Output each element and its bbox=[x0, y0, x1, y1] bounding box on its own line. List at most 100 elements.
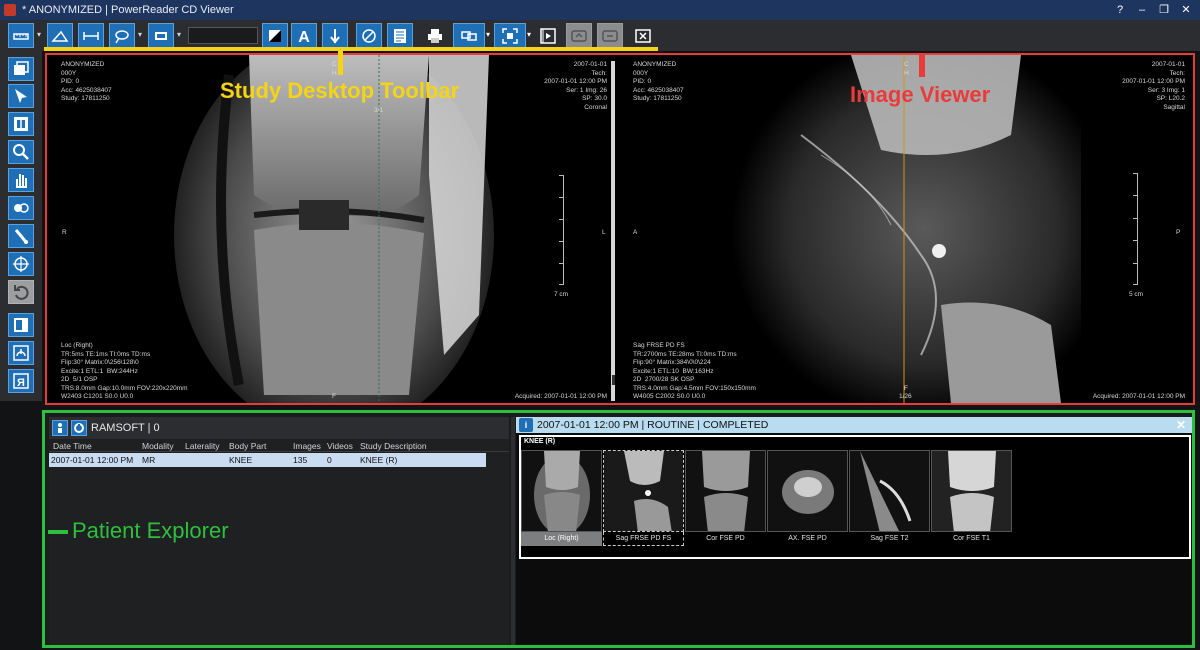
chevron-down-icon[interactable]: ▾ bbox=[486, 30, 494, 39]
cell-videos: 0 bbox=[327, 455, 332, 465]
close-study-icon[interactable] bbox=[630, 23, 656, 48]
series-thumbnail[interactable]: Cor FSE PD bbox=[685, 450, 766, 546]
refresh-icon[interactable] bbox=[71, 420, 87, 436]
column-header[interactable]: Study Description bbox=[360, 441, 427, 451]
thumbnail-label: Sag FSE T2 bbox=[870, 535, 909, 542]
chevron-down-icon[interactable]: ▾ bbox=[37, 30, 45, 39]
export-image-icon[interactable] bbox=[566, 23, 592, 48]
overlay-orientation-left: A bbox=[633, 229, 638, 236]
column-header[interactable]: Videos bbox=[327, 441, 353, 451]
app-icon bbox=[4, 4, 16, 16]
overlay-scale: 5 cm bbox=[1129, 291, 1144, 298]
close-window-button[interactable]: ✕ bbox=[1178, 2, 1194, 18]
key-image-icon[interactable] bbox=[8, 313, 34, 337]
column-header[interactable]: Body Part bbox=[229, 441, 266, 451]
overlay-orientation-right: L bbox=[602, 229, 606, 236]
chevron-down-icon[interactable]: ▾ bbox=[527, 30, 535, 39]
report-icon[interactable] bbox=[387, 23, 413, 48]
thumbnail-label: Sag FRSE PD FS bbox=[603, 532, 684, 546]
flip-icon[interactable]: Я bbox=[8, 369, 34, 393]
viewer-annotation-pointer bbox=[919, 55, 925, 77]
info-icon[interactable]: i bbox=[519, 418, 533, 432]
layout-icon[interactable] bbox=[8, 57, 34, 81]
rotate-icon[interactable] bbox=[8, 341, 34, 365]
viewport-coronal[interactable]: ANONYMIZED 000Y PID: 0 Acc: 4625038407 S… bbox=[49, 55, 615, 403]
scale-ruler bbox=[1132, 173, 1138, 285]
overlay-orientation-top: C H bbox=[904, 61, 909, 77]
series-thumbnail[interactable]: AX. FSE PD bbox=[767, 450, 848, 546]
pan-hand-icon[interactable] bbox=[8, 168, 34, 192]
help-button[interactable]: ? bbox=[1112, 2, 1128, 18]
zoom-icon[interactable] bbox=[8, 140, 34, 164]
overlay-patient-info: ANONYMIZED 000Y PID: 0 Acc: 4625038407 S… bbox=[633, 61, 684, 102]
window-level-preset-select[interactable] bbox=[188, 27, 258, 44]
column-header[interactable]: Date Time bbox=[53, 441, 92, 451]
overlay-scale: 7 cm bbox=[554, 291, 569, 298]
copy-image-icon[interactable] bbox=[597, 23, 623, 48]
overlay-frame: 1/26 bbox=[899, 393, 912, 400]
study-label: KNEE (R) bbox=[524, 438, 556, 445]
angle-tool-icon[interactable] bbox=[47, 23, 73, 48]
text-annotation-icon[interactable]: A bbox=[291, 23, 317, 48]
print-icon[interactable] bbox=[422, 23, 448, 48]
chevron-down-icon[interactable]: ▾ bbox=[177, 30, 185, 39]
toolbar-annotation-bracket bbox=[44, 47, 658, 51]
explorer-annotation-pointer bbox=[48, 530, 68, 534]
toolbar-annotation-pointer bbox=[338, 47, 343, 75]
table-row[interactable]: 2007-01-01 12:00 PM MR KNEE 135 0 KNEE (… bbox=[49, 453, 486, 467]
rectangle-roi-icon[interactable] bbox=[148, 23, 174, 48]
panel-splitter[interactable] bbox=[511, 417, 515, 645]
probe-icon[interactable] bbox=[8, 224, 34, 248]
column-header[interactable]: Modality bbox=[142, 441, 174, 451]
layout-ruler-icon[interactable] bbox=[8, 23, 34, 48]
overlay-orientation-left: R bbox=[62, 229, 67, 236]
arrow-annotation-icon[interactable] bbox=[322, 23, 348, 48]
image-viewer[interactable]: ANONYMIZED 000Y PID: 0 Acc: 4625038407 S… bbox=[45, 53, 1195, 405]
thumbnail-label: Cor FSE PD bbox=[706, 535, 745, 542]
reset-icon[interactable] bbox=[8, 280, 34, 304]
series-thumbnail[interactable]: Sag FRSE PD FS bbox=[603, 450, 684, 546]
fit-to-window-icon[interactable] bbox=[494, 23, 526, 48]
study-header: i 2007-01-01 12:00 PM | ROUTINE | COMPLE… bbox=[516, 417, 1192, 433]
series-scrollbar[interactable] bbox=[611, 61, 615, 401]
patient-name: RAMSOFT | 0 bbox=[91, 422, 160, 434]
eraser-icon[interactable] bbox=[356, 23, 382, 48]
cine-icon[interactable] bbox=[535, 23, 561, 48]
restore-button[interactable]: ❐ bbox=[1156, 2, 1172, 18]
chevron-down-icon[interactable]: ▾ bbox=[138, 30, 146, 39]
series-thumbnail[interactable]: Cor FSE T1 bbox=[931, 450, 1012, 546]
svg-text:A: A bbox=[298, 29, 310, 45]
pointer-icon[interactable] bbox=[8, 84, 34, 108]
distance-tool-icon[interactable] bbox=[78, 23, 104, 48]
overlay-orientation-bottom: F bbox=[332, 393, 336, 400]
column-header[interactable]: Images bbox=[293, 441, 321, 451]
crosshair-icon[interactable] bbox=[8, 252, 34, 276]
contrast-icon[interactable] bbox=[8, 196, 34, 220]
cell-images: 135 bbox=[293, 455, 308, 465]
window-level-icon[interactable] bbox=[262, 23, 288, 48]
cell-description: KNEE (R) bbox=[360, 455, 398, 465]
overlay-patient-info: ANONYMIZED 000Y PID: 0 Acc: 4625038407 S… bbox=[61, 61, 112, 102]
close-icon[interactable]: ✕ bbox=[1176, 418, 1186, 432]
invert-icon[interactable] bbox=[8, 112, 34, 136]
column-header[interactable]: Laterality bbox=[185, 441, 220, 451]
cell-modality: MR bbox=[142, 455, 156, 465]
link-series-icon[interactable] bbox=[453, 23, 485, 48]
thumbnail-label: Loc (Right) bbox=[521, 532, 602, 546]
cell-datetime: 2007-01-01 12:00 PM bbox=[51, 455, 134, 465]
person-icon[interactable] bbox=[52, 420, 68, 436]
freehand-tool-icon[interactable] bbox=[109, 23, 135, 48]
toolbar-annotation-label: Study Desktop Toolbar bbox=[220, 78, 460, 103]
svg-text:Я: Я bbox=[17, 377, 25, 389]
series-thumbnail[interactable]: Sag FSE T2 bbox=[849, 450, 930, 546]
series-thumbnail[interactable]: Loc (Right) bbox=[521, 450, 602, 546]
overlay-acquisition-params: Sag FRSE PD FS TR:2700ms TE:28ms TI:0ms … bbox=[633, 342, 756, 400]
thumbnail-image bbox=[931, 450, 1012, 532]
scrollbar-thumb[interactable] bbox=[612, 375, 615, 385]
thumbnail-label: AX. FSE PD bbox=[788, 535, 827, 542]
minimize-button[interactable]: – bbox=[1134, 2, 1150, 18]
thumbnail-label: Cor FSE T1 bbox=[953, 535, 990, 542]
window-title: * ANONYMIZED | PowerReader CD Viewer bbox=[22, 4, 234, 16]
scale-ruler bbox=[558, 175, 564, 285]
study-detail-panel: i 2007-01-01 12:00 PM | ROUTINE | COMPLE… bbox=[516, 417, 1192, 645]
